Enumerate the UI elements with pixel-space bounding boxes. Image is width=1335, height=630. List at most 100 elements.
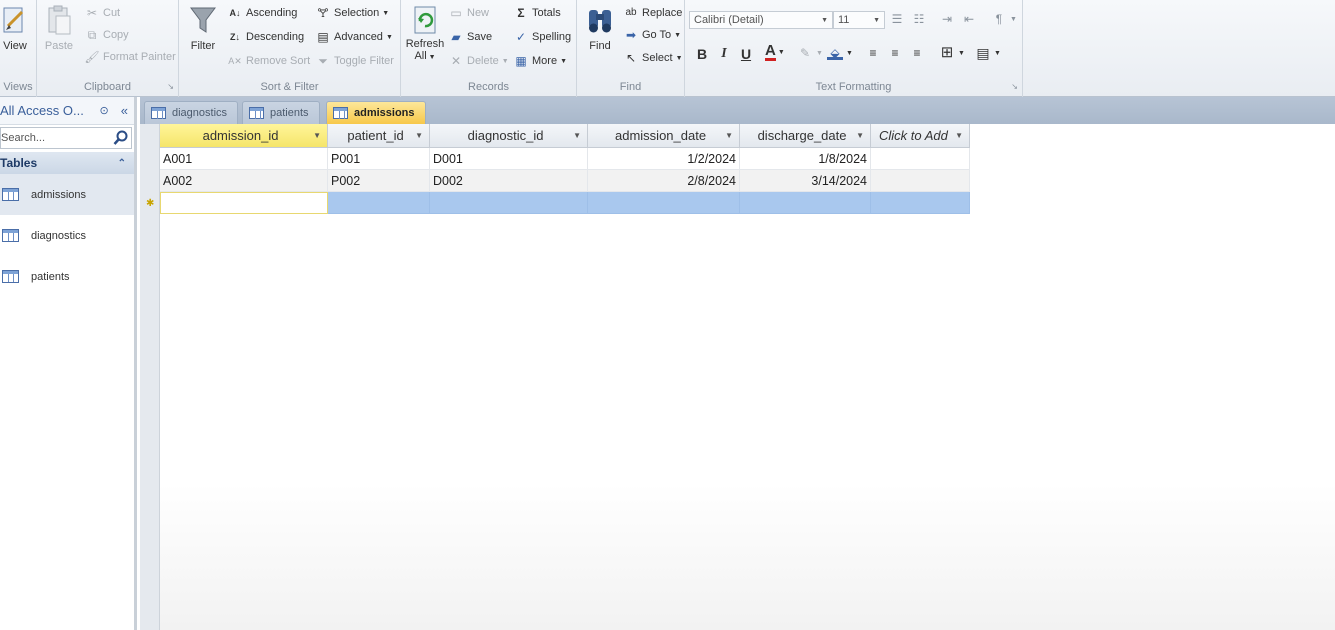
nav-search-input[interactable]: Search... (1, 132, 45, 144)
clipboard-group: Paste ✂ Cut ⧉ Copy 🖌 Format Painter Clipboa… (37, 0, 179, 97)
table-cell[interactable] (871, 170, 970, 192)
column-header-patient-id[interactable]: patient_id ▼ (328, 124, 430, 148)
refresh-all-button[interactable]: Refresh All ▼ (403, 4, 447, 62)
advanced-dropdown[interactable]: ▤ Advanced ▼ (315, 30, 393, 44)
column-header-discharge-date[interactable]: discharge_date ▼ (740, 124, 871, 148)
new-record-cell[interactable] (871, 192, 970, 214)
new-record-button[interactable]: ▭ New (448, 6, 489, 20)
save-record-button[interactable]: ▰ Save (448, 30, 492, 44)
remove-sort-button[interactable]: A✕ Remove Sort (227, 54, 310, 68)
table-cell[interactable]: 3/14/2024 (740, 170, 871, 192)
new-record-cell[interactable] (588, 192, 740, 214)
tab-patients[interactable]: patients (242, 101, 320, 124)
new-record-cell[interactable] (328, 192, 430, 214)
table-cell[interactable]: D001 (430, 148, 588, 170)
select-dropdown[interactable]: ↖ Select ▼ (623, 51, 683, 65)
find-button[interactable]: Find (581, 4, 619, 52)
table-cell[interactable]: A001 (160, 148, 328, 170)
view-button[interactable]: View (0, 4, 30, 52)
align-right-button[interactable]: ≡ (909, 46, 928, 60)
table-cell[interactable]: 1/2/2024 (588, 148, 740, 170)
italic-button[interactable]: I (715, 46, 733, 62)
collapse-pane-icon[interactable]: « (121, 103, 128, 118)
bullets-icon: ☰ (891, 12, 903, 26)
filter-button[interactable]: Filter (185, 4, 221, 52)
format-painter-button[interactable]: 🖌 Format Painter (84, 50, 175, 64)
nav-pane-header[interactable]: All Access O... ⊙ « (0, 97, 134, 125)
table-cell[interactable]: D002 (430, 170, 588, 192)
new-record-cell[interactable] (160, 192, 328, 214)
fill-color-button[interactable]: ⬙ ▼ (827, 46, 853, 60)
column-dropdown-icon[interactable]: ▼ (955, 131, 963, 140)
column-dropdown-icon[interactable]: ▼ (725, 131, 733, 140)
column-dropdown-icon[interactable]: ▼ (573, 131, 581, 140)
nav-category-tables[interactable]: Tables ⌃ (0, 152, 134, 174)
spelling-button[interactable]: ✓ Spelling (513, 30, 571, 44)
font-name-value: Calibri (Detail) (694, 14, 764, 26)
column-header-admission-date[interactable]: admission_date ▼ (588, 124, 740, 148)
text-formatting-launcher-icon[interactable]: ↘ (1011, 82, 1018, 91)
nav-menu-icon[interactable]: ⊙ (100, 104, 109, 117)
table-cell[interactable]: 2/8/2024 (588, 170, 740, 192)
nav-search-box[interactable]: Search... (0, 127, 132, 149)
underline-button[interactable]: U (737, 46, 755, 62)
new-record-row[interactable] (160, 192, 970, 214)
bold-button[interactable]: B (693, 46, 711, 62)
tab-label: admissions (354, 107, 415, 119)
alternate-row-color-button[interactable]: ▤ ▼ (975, 46, 1001, 60)
column-dropdown-icon[interactable]: ▼ (856, 131, 864, 140)
go-to-dropdown[interactable]: ➡ Go To ▼ (623, 28, 681, 42)
table-cell[interactable]: P001 (328, 148, 430, 170)
replace-button[interactable]: ab Replace (623, 6, 682, 20)
selection-dropdown[interactable]: 🝖 Selection ▼ (315, 6, 389, 20)
tab-diagnostics[interactable]: diagnostics (144, 101, 239, 124)
column-dropdown-icon[interactable]: ▼ (415, 131, 423, 140)
table-cell[interactable]: 1/8/2024 (740, 148, 871, 170)
click-to-add-column[interactable]: Click to Add ▼ (871, 124, 970, 148)
tab-label: patients (270, 107, 309, 119)
tab-label: diagnostics (172, 107, 228, 119)
dropdown-arrow-icon: ▼ (426, 54, 436, 61)
sort-descending-button[interactable]: Z↓ Descending (227, 30, 304, 44)
tab-admissions[interactable]: admissions (326, 101, 426, 124)
font-color-icon: A (765, 42, 776, 61)
table-cell[interactable]: P002 (328, 170, 430, 192)
nav-item-admissions[interactable]: admissions (0, 174, 134, 215)
totals-button[interactable]: Σ Totals (513, 6, 560, 20)
more-dropdown[interactable]: ▦ More ▼ (513, 54, 567, 68)
paste-button[interactable]: Paste (42, 4, 76, 52)
align-left-button[interactable]: ≡ (865, 46, 884, 60)
font-color-button[interactable]: A ▼ (765, 42, 785, 61)
bullets-button[interactable]: ☰ (889, 12, 908, 26)
align-center-button[interactable]: ≡ (887, 46, 906, 60)
collapse-category-icon[interactable]: ⌃ (118, 158, 126, 169)
sort-ascending-button[interactable]: A↓ Ascending (227, 6, 298, 20)
clipboard-launcher-icon[interactable]: ↘ (167, 82, 174, 91)
column-header-diagnostic-id[interactable]: diagnostic_id ▼ (430, 124, 588, 148)
increase-indent-button[interactable]: ⇥ (939, 12, 958, 26)
font-name-select[interactable]: Calibri (Detail) ▼ (689, 11, 833, 29)
table-cell[interactable] (871, 148, 970, 170)
new-record-cell[interactable] (430, 192, 588, 214)
delete-record-button[interactable]: ✕ Delete ▼ (448, 54, 509, 68)
decrease-indent-button[interactable]: ⇤ (961, 12, 980, 26)
search-icon[interactable] (113, 130, 129, 146)
paragraph-direction-button[interactable]: ¶ ▼ (991, 12, 1017, 26)
copy-button[interactable]: ⧉ Copy (84, 28, 129, 42)
column-header-admission-id[interactable]: admission_id ▼ (160, 124, 328, 148)
highlight-button[interactable]: ✎ ▼ (797, 46, 823, 60)
font-size-select[interactable]: 11 ▼ (833, 11, 885, 29)
cut-button[interactable]: ✂ Cut (84, 6, 120, 20)
table-row[interactable]: A001 P001 D001 1/2/2024 1/8/2024 (160, 148, 970, 170)
nav-item-patients[interactable]: patients (0, 256, 134, 297)
table-row[interactable]: A002 P002 D002 2/8/2024 3/14/2024 (160, 170, 970, 192)
toggle-filter-button[interactable]: ⏷ Toggle Filter (315, 54, 394, 68)
numbering-button[interactable]: ☷ (911, 12, 930, 26)
more-icon: ▦ (515, 54, 527, 68)
find-group: Find ab Replace ➡ Go To ▼ ↖ Select ▼ Find (577, 0, 685, 97)
table-cell[interactable]: A002 (160, 170, 328, 192)
gridlines-button[interactable]: ⊞ ▼ (939, 45, 965, 60)
column-dropdown-icon[interactable]: ▼ (313, 131, 321, 140)
nav-item-diagnostics[interactable]: diagnostics (0, 215, 134, 256)
new-record-cell[interactable] (740, 192, 871, 214)
